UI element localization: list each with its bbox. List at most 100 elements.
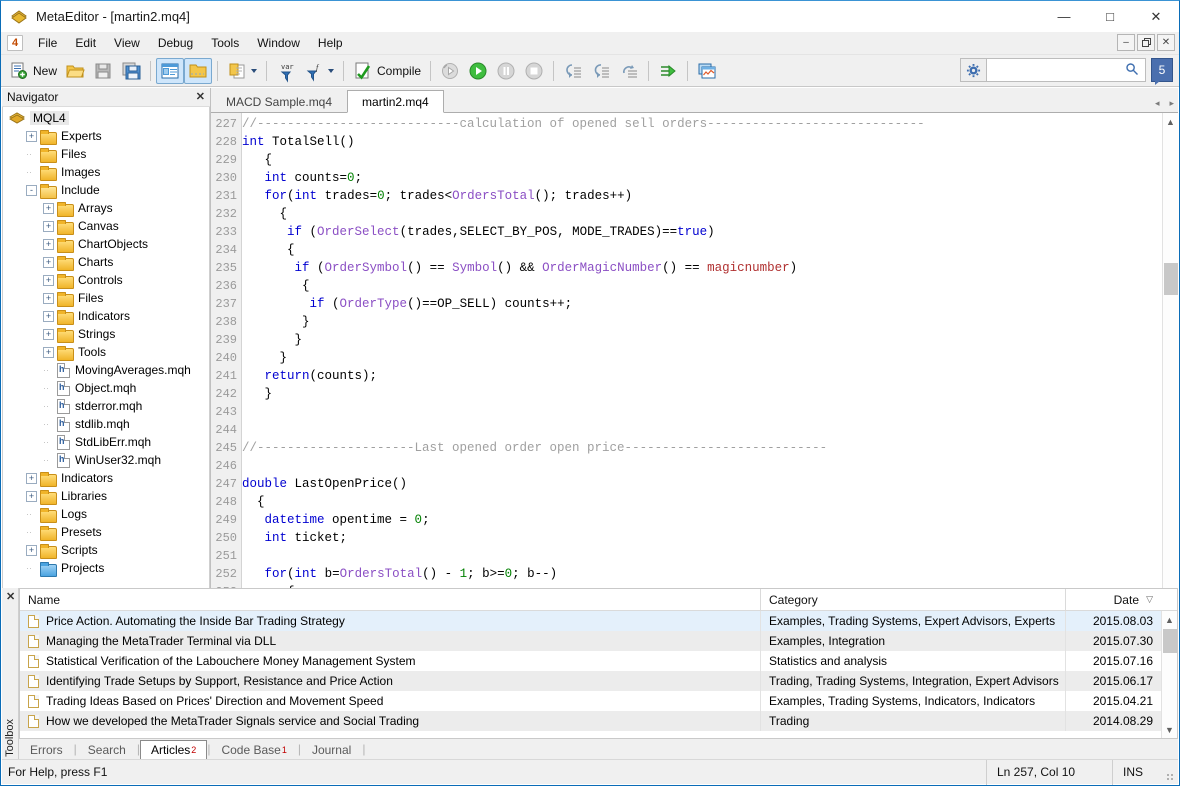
- tree-item-strings[interactable]: +Strings: [3, 325, 209, 343]
- expand-icon[interactable]: +: [26, 131, 37, 142]
- scroll-thumb[interactable]: [1164, 263, 1178, 295]
- expand-icon[interactable]: +: [43, 329, 54, 340]
- expand-icon[interactable]: +: [43, 293, 54, 304]
- tree-item-indicators[interactable]: +Indicators: [3, 307, 209, 325]
- minimize-button[interactable]: —: [1041, 1, 1087, 32]
- expand-icon[interactable]: +: [43, 275, 54, 286]
- close-icon[interactable]: ✕: [6, 590, 15, 603]
- code-line[interactable]: datetime opentime = 0;: [242, 511, 1162, 529]
- tree-item-controls[interactable]: +Controls: [3, 271, 209, 289]
- code-line[interactable]: [242, 421, 1162, 439]
- menu-item-debug[interactable]: Debug: [149, 33, 202, 53]
- code-line[interactable]: [242, 403, 1162, 421]
- menu-item-help[interactable]: Help: [309, 33, 352, 53]
- restart-debug-button[interactable]: [436, 58, 464, 84]
- grid-rows[interactable]: Price Action. Automating the Inside Bar …: [20, 611, 1161, 738]
- menu-item-tools[interactable]: Tools: [202, 33, 248, 53]
- new-file-button[interactable]: New: [5, 58, 61, 84]
- save-button[interactable]: [89, 58, 117, 84]
- menu-item-view[interactable]: View: [105, 33, 149, 53]
- code-line[interactable]: }: [242, 349, 1162, 367]
- tree-item-projects[interactable]: ··Projects: [3, 559, 209, 577]
- expand-icon[interactable]: +: [43, 311, 54, 322]
- chevron-down-icon[interactable]: [328, 69, 334, 73]
- insert-variable-button[interactable]: var: [272, 58, 300, 84]
- start-debug-button[interactable]: [464, 58, 492, 84]
- column-header-name[interactable]: Name: [20, 589, 761, 610]
- step-over-button[interactable]: [587, 58, 615, 84]
- tree-item-libraries[interactable]: +Libraries: [3, 487, 209, 505]
- grid-scroll-down-button[interactable]: ▼: [1162, 721, 1177, 738]
- grid-scroll-up-button[interactable]: ▲: [1162, 611, 1177, 628]
- menu-item-edit[interactable]: Edit: [66, 33, 105, 53]
- menu-item-file[interactable]: File: [29, 33, 66, 53]
- table-row[interactable]: Identifying Trade Setups by Support, Res…: [20, 671, 1161, 691]
- expand-icon[interactable]: +: [26, 473, 37, 484]
- code-line[interactable]: for(int b=OrdersTotal() - 1; b>=0; b--): [242, 565, 1162, 583]
- tree-item-charts[interactable]: +Charts: [3, 253, 209, 271]
- expand-icon[interactable]: +: [43, 257, 54, 268]
- chevron-right-icon[interactable]: ▸: [1169, 98, 1174, 109]
- insert-function-button[interactable]: f: [300, 58, 338, 84]
- code-line[interactable]: return(counts);: [242, 367, 1162, 385]
- code-line[interactable]: {: [242, 241, 1162, 259]
- resize-grip-icon[interactable]: [1164, 760, 1178, 785]
- toolbox-tab-journal[interactable]: Journal: [301, 740, 362, 759]
- code-line[interactable]: for(int trades=0; trades<OrdersTotal(); …: [242, 187, 1162, 205]
- magnifier-icon[interactable]: [1125, 62, 1139, 79]
- code-line[interactable]: //---------------------------calculation…: [242, 115, 1162, 133]
- code-line[interactable]: {: [242, 151, 1162, 169]
- save-all-button[interactable]: [117, 58, 145, 84]
- expand-icon[interactable]: +: [43, 347, 54, 358]
- expand-icon[interactable]: +: [43, 221, 54, 232]
- column-header-category[interactable]: Category: [761, 589, 1066, 610]
- code-line[interactable]: {: [242, 205, 1162, 223]
- table-row[interactable]: How we developed the MetaTrader Signals …: [20, 711, 1161, 731]
- pause-debug-button[interactable]: [492, 58, 520, 84]
- chevron-down-icon[interactable]: [251, 69, 257, 73]
- notifications-badge[interactable]: 5: [1151, 58, 1173, 82]
- toggle-navigator-button[interactable]: [156, 58, 184, 84]
- tree-item-stderror-mqh[interactable]: ··stderror.mqh: [3, 397, 209, 415]
- tree-item-logs[interactable]: ··Logs: [3, 505, 209, 523]
- expand-icon[interactable]: +: [43, 239, 54, 250]
- tree-item-winuser32-mqh[interactable]: ··WinUser32.mqh: [3, 451, 209, 469]
- editor-tab-macd-sample-mq4[interactable]: MACD Sample.mq4: [211, 91, 347, 112]
- close-button[interactable]: ✕: [1133, 1, 1179, 32]
- mdi-maximize-button[interactable]: [1137, 34, 1155, 51]
- tree-item-files[interactable]: ··Files: [3, 145, 209, 163]
- code-line[interactable]: [242, 547, 1162, 565]
- tree-item-mql4[interactable]: MQL4: [3, 109, 209, 127]
- expand-icon[interactable]: +: [26, 545, 37, 556]
- notes-button[interactable]: [223, 58, 261, 84]
- chevron-left-icon[interactable]: ◂: [1155, 98, 1160, 109]
- tree-item-stdliberr-mqh[interactable]: ··StdLibErr.mqh: [3, 433, 209, 451]
- code-line[interactable]: int counts=0;: [242, 169, 1162, 187]
- tree-item-chartobjects[interactable]: +ChartObjects: [3, 235, 209, 253]
- tree-item-canvas[interactable]: +Canvas: [3, 217, 209, 235]
- code-line[interactable]: //---------------------Last opened order…: [242, 439, 1162, 457]
- toolbox-tab-code-base[interactable]: Code Base1: [210, 740, 297, 759]
- tree-item-tools[interactable]: +Tools: [3, 343, 209, 361]
- menu-item-window[interactable]: Window: [248, 33, 309, 53]
- scroll-up-button[interactable]: ▲: [1163, 113, 1178, 130]
- step-into-button[interactable]: [559, 58, 587, 84]
- tree-item-scripts[interactable]: +Scripts: [3, 541, 209, 559]
- close-icon[interactable]: ✕: [196, 90, 205, 103]
- maximize-button[interactable]: □: [1087, 1, 1133, 32]
- tree-item-include[interactable]: -Include: [3, 181, 209, 199]
- tree-item-presets[interactable]: ··Presets: [3, 523, 209, 541]
- grid-scroll-thumb[interactable]: [1163, 629, 1177, 653]
- table-row[interactable]: Statistical Verification of the Labouche…: [20, 651, 1161, 671]
- open-terminal-button[interactable]: [693, 58, 721, 84]
- code-line[interactable]: {: [242, 493, 1162, 511]
- code-line[interactable]: if (OrderSymbol() == Symbol() && OrderMa…: [242, 259, 1162, 277]
- gear-icon[interactable]: [960, 58, 986, 82]
- toggle-toolbox-button[interactable]: [184, 58, 212, 84]
- compile-button[interactable]: Compile: [349, 58, 425, 84]
- tree-item-images[interactable]: ··Images: [3, 163, 209, 181]
- grid-vertical-scrollbar[interactable]: ▲ ▼: [1161, 611, 1177, 738]
- code-line[interactable]: {: [242, 277, 1162, 295]
- sort-descending-icon[interactable]: ▽: [1146, 594, 1153, 605]
- code-line[interactable]: }: [242, 385, 1162, 403]
